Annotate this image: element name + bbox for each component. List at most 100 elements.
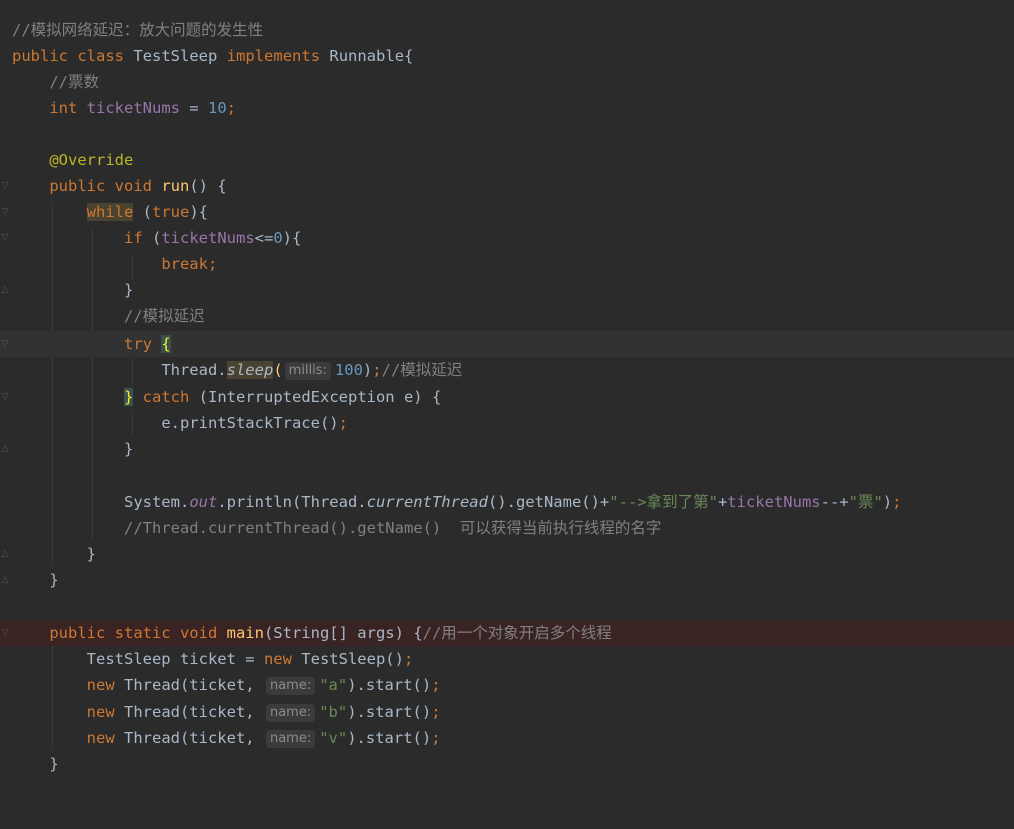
code-editor[interactable]: //模拟网络延迟：放大问题的发生性 public class TestSleep…	[0, 0, 1014, 782]
method-call: ).start()	[347, 729, 432, 747]
fold-icon[interactable]: ▽	[0, 338, 10, 350]
operator: +	[717, 493, 728, 511]
matched-brace: }	[123, 388, 134, 406]
number-literal: 0	[273, 229, 283, 247]
method-name: run	[161, 177, 190, 195]
class-ref: System.	[123, 493, 190, 511]
code-line: //票数	[0, 69, 1014, 95]
punctuation: (	[273, 361, 283, 379]
constructor-call: Thread(ticket,	[114, 676, 264, 694]
semicolon: ;	[372, 361, 382, 379]
fold-icon[interactable]: ▽	[0, 391, 10, 403]
constructor-call: Thread(ticket,	[114, 729, 264, 747]
number-literal: 100	[334, 361, 363, 379]
closing-brace: }	[86, 545, 96, 563]
fold-icon[interactable]: ▽	[0, 180, 10, 192]
keyword: if	[123, 229, 143, 247]
string-literal: "票"	[848, 493, 883, 511]
keyword: true	[152, 203, 190, 221]
method-call: ).start()	[347, 703, 432, 721]
keyword-highlighted: while	[86, 203, 134, 221]
constructor-call: TestSleep()	[291, 650, 404, 668]
semicolon: ;	[226, 99, 237, 117]
code-line: new Thread(ticket, name: "b").start();	[0, 699, 1014, 725]
string-literal: "a"	[319, 676, 348, 694]
closing-brace: }	[49, 755, 59, 773]
punctuation: (	[142, 229, 162, 247]
fold-icon[interactable]: ▽	[0, 232, 10, 244]
code-line-highlighted: ▽ public static void main(String[] args)…	[0, 620, 1014, 646]
comment: //模拟网络延迟：放大问题的发生性	[12, 21, 264, 39]
code-line: Thread.sleep(millis: 100);//模拟延迟	[0, 357, 1014, 383]
code-line: //模拟延迟	[0, 303, 1014, 329]
punctuation: () {	[189, 177, 227, 195]
code-line: //Thread.currentThread().getName() 可以获得当…	[0, 515, 1014, 541]
parameter-hint: name:	[265, 704, 316, 722]
code-line: new Thread(ticket, name: "a").start();	[0, 672, 1014, 698]
static-field: out	[189, 493, 218, 511]
code-line: @Override	[0, 147, 1014, 173]
parameter-hint: millis:	[284, 362, 331, 380]
keyword: class	[77, 47, 125, 65]
operator: --+	[820, 493, 849, 511]
interface-name: Runnable{	[329, 47, 414, 65]
fold-icon[interactable]: △	[0, 443, 10, 455]
comment: //票数	[49, 73, 99, 91]
code-line: △ }	[0, 277, 1014, 303]
keyword: new	[86, 676, 115, 694]
closing-brace: }	[49, 571, 59, 589]
code-line: }	[0, 751, 1014, 777]
closing-brace: }	[123, 440, 134, 458]
keyword: try	[123, 335, 152, 353]
punctuation: )	[882, 493, 893, 511]
code-line: △ }	[0, 436, 1014, 462]
field-name: ticketNums	[86, 99, 180, 117]
semicolon: ;	[892, 493, 902, 511]
closing-brace: }	[123, 281, 134, 299]
code-line: △ }	[0, 541, 1014, 567]
punctuation: )	[362, 361, 373, 379]
keyword: break;	[161, 255, 218, 273]
constructor-call: Thread(ticket,	[114, 703, 264, 721]
field-name: ticketNums	[161, 229, 255, 247]
comment: //用一个对象开启多个线程	[422, 624, 612, 642]
code-line: ▽ } catch (InterruptedException e) {	[0, 384, 1014, 410]
fold-icon[interactable]: △	[0, 284, 10, 296]
fold-icon[interactable]: ▽	[0, 627, 10, 639]
semicolon: ;	[431, 729, 441, 747]
keyword: catch	[142, 388, 190, 406]
class-ref: Thread.	[161, 361, 227, 379]
operator: <=	[254, 229, 274, 247]
class-name: TestSleep	[133, 47, 218, 65]
method-call: ).start()	[347, 676, 432, 694]
fold-icon[interactable]: △	[0, 574, 10, 586]
punctuation: (	[133, 203, 152, 221]
operator: =	[180, 99, 208, 117]
fold-icon[interactable]: ▽	[0, 206, 10, 218]
keyword: new	[86, 729, 115, 747]
declaration: TestSleep ticket =	[86, 650, 264, 668]
parameter-hint: name:	[265, 677, 316, 695]
method-call: e.printStackTrace()	[161, 414, 339, 432]
fold-icon[interactable]: △	[0, 548, 10, 560]
code-line: △ }	[0, 567, 1014, 593]
annotation: @Override	[49, 151, 134, 169]
string-literal: "v"	[319, 729, 348, 747]
semicolon: ;	[338, 414, 348, 432]
exception-clause: (InterruptedException e) {	[189, 388, 442, 406]
comment: //模拟延迟	[123, 307, 205, 325]
comment: //Thread.currentThread().getName() 可以获得当…	[123, 519, 662, 537]
keyword: public static void	[49, 624, 227, 642]
comment: //模拟延迟	[381, 361, 463, 379]
keyword: int	[49, 99, 78, 117]
semicolon: ;	[431, 676, 441, 694]
method-call: .println(Thread.	[217, 493, 367, 511]
matched-brace: {	[161, 335, 171, 353]
punctuation: ){	[282, 229, 302, 247]
code-line: new Thread(ticket, name: "v").start();	[0, 725, 1014, 751]
method-call: ().getName()+	[487, 493, 610, 511]
code-line: int ticketNums = 10;	[0, 95, 1014, 121]
static-method: currentThread	[366, 493, 488, 511]
static-method-highlighted: sleep	[226, 361, 274, 379]
keyword: new	[263, 650, 292, 668]
